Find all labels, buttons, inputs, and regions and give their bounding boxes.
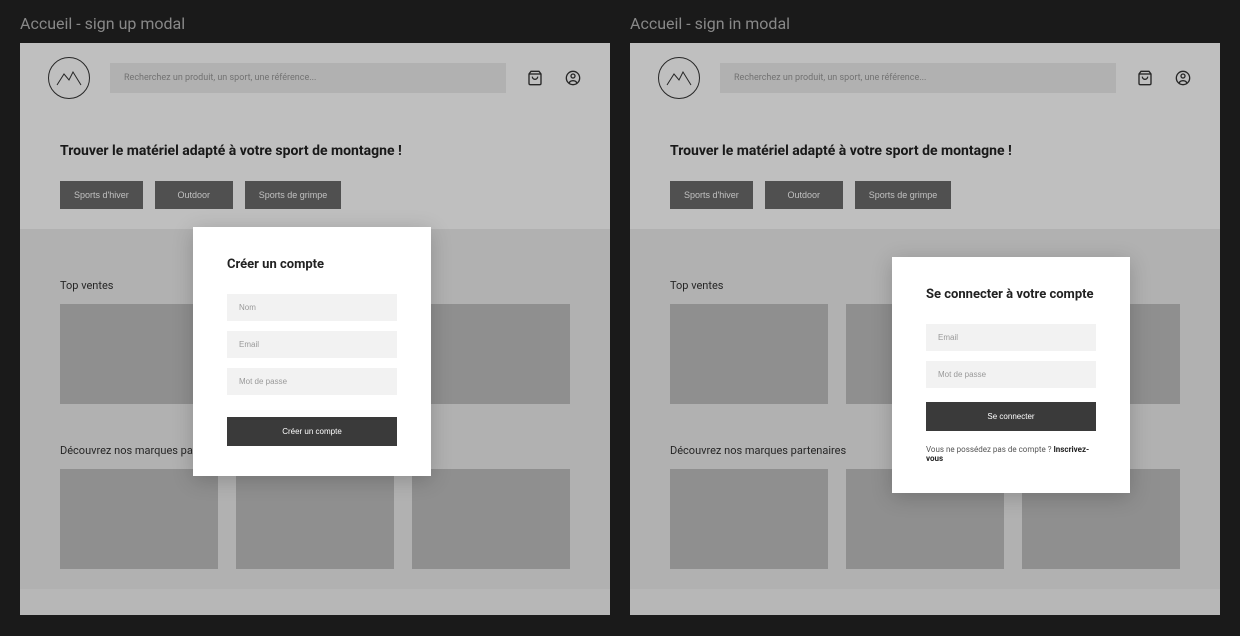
signup-modal: Créer un compte Créer un compte — [193, 227, 431, 476]
signup-name-field[interactable] — [227, 294, 397, 321]
signup-submit-button[interactable]: Créer un compte — [227, 417, 397, 446]
signin-email-field[interactable] — [926, 324, 1096, 351]
signin-modal-title: Se connecter à votre compte — [926, 287, 1096, 302]
signup-email-field[interactable] — [227, 331, 397, 358]
artboard-signin: Recherchez un produit, un sport, une réf… — [630, 43, 1220, 615]
signup-modal-title: Créer un compte — [227, 257, 397, 272]
signup-password-field[interactable] — [227, 368, 397, 395]
signin-password-field[interactable] — [926, 361, 1096, 388]
artboard-title-signup: Accueil - sign up modal — [20, 0, 610, 43]
artboard-signup: Recherchez un produit, un sport, une réf… — [20, 43, 610, 615]
signin-footer: Vous ne possédez pas de compte ? Inscriv… — [926, 445, 1096, 463]
signin-submit-button[interactable]: Se connecter — [926, 402, 1096, 431]
signin-footer-text: Vous ne possédez pas de compte ? — [926, 445, 1053, 454]
signin-modal: Se connecter à votre compte Se connecter… — [892, 257, 1130, 493]
artboard-title-signin: Accueil - sign in modal — [630, 0, 1220, 43]
